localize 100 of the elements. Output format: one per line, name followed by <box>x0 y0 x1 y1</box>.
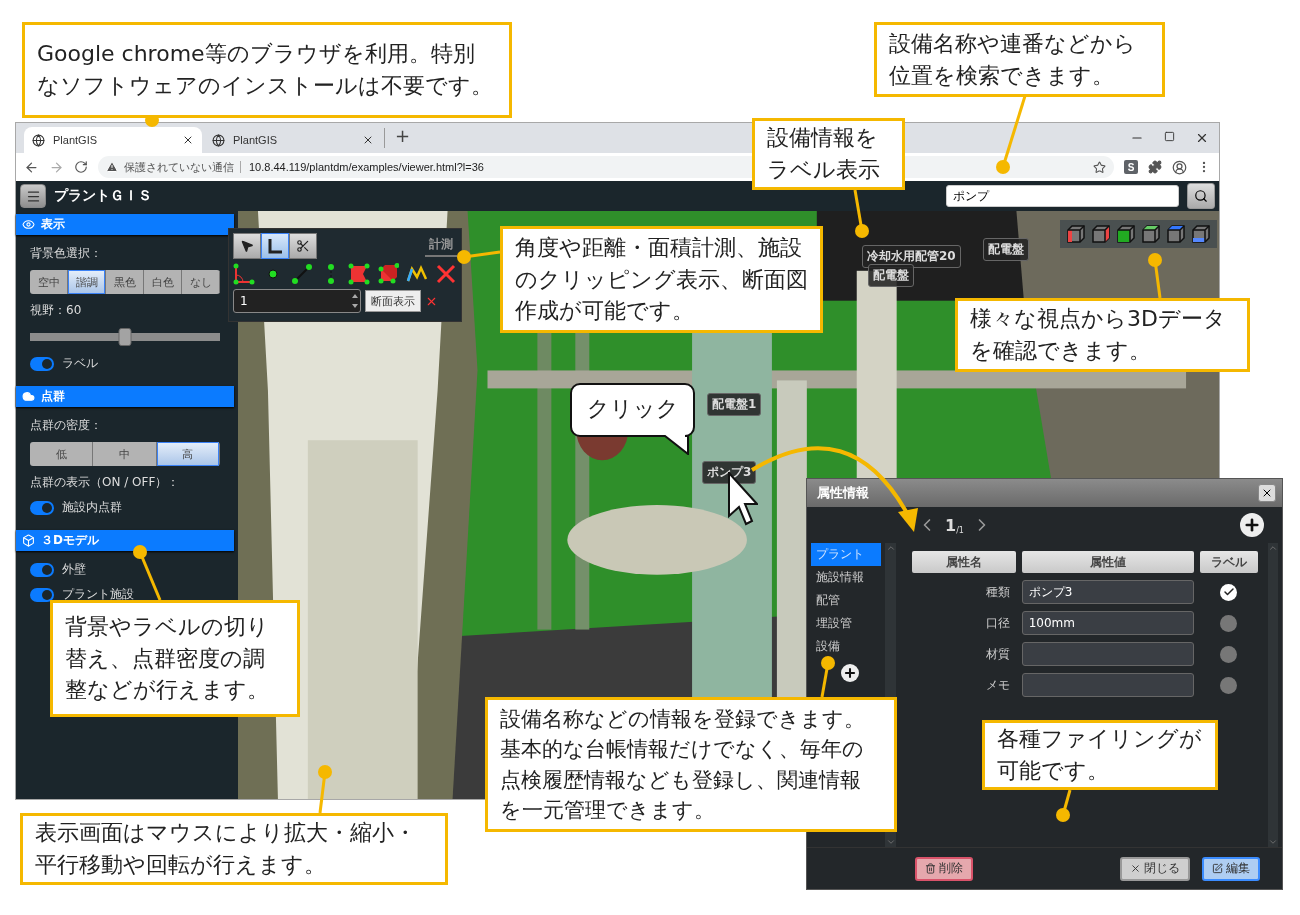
scene-label[interactable]: ポンプ3 <box>702 461 757 484</box>
page-number: 1 <box>945 515 957 535</box>
globe-icon <box>212 133 225 147</box>
menu-icon <box>25 188 41 204</box>
browser-tab[interactable]: PlantGIS <box>204 127 382 153</box>
leader-line <box>318 765 332 814</box>
plus-icon <box>1243 516 1261 534</box>
cube-view-icon[interactable] <box>1066 224 1086 244</box>
category-item[interactable]: 設備 <box>811 635 882 658</box>
section-view-button[interactable]: 断面表示 <box>365 290 421 312</box>
menu-button[interactable] <box>20 184 46 208</box>
label-toggle[interactable] <box>1220 583 1238 601</box>
label-toggle[interactable] <box>1220 645 1238 663</box>
puzzle-icon[interactable] <box>1148 160 1162 174</box>
page-total: /1 <box>956 526 964 535</box>
leader-line <box>853 189 869 238</box>
column-header: ラベル <box>1199 551 1258 573</box>
section-title: ３Dモデル <box>41 532 99 549</box>
value-field[interactable] <box>1021 642 1194 666</box>
reload-icon[interactable] <box>74 160 88 174</box>
attribute-name: 口径 <box>985 614 1010 632</box>
clear-icon[interactable] <box>434 263 457 285</box>
toggle-switch[interactable] <box>30 587 54 602</box>
value-field[interactable] <box>1021 673 1194 697</box>
search-button[interactable] <box>1187 183 1215 209</box>
cube-view-icon[interactable] <box>1166 224 1186 244</box>
scene-label[interactable]: 冷却水用配管20 <box>862 245 961 268</box>
scene-label[interactable]: 配電盤 <box>983 238 1029 261</box>
scissors-icon <box>296 239 310 253</box>
close-icon <box>1130 863 1141 874</box>
category-item[interactable]: 施設情報 <box>811 566 882 589</box>
toggle-label: 外壁 <box>62 561 86 578</box>
segment-option[interactable]: なし <box>182 270 220 294</box>
number-field[interactable]: 1 <box>233 289 361 313</box>
add-button[interactable] <box>1240 513 1264 537</box>
close-icon[interactable] <box>182 134 194 146</box>
tool-button[interactable] <box>233 233 261 259</box>
toggle-label: プラント施設 <box>62 586 134 603</box>
tool-button[interactable] <box>289 233 317 259</box>
edit-button[interactable]: 編集 <box>1202 856 1260 881</box>
toggle-label: 施設内点群 <box>62 499 122 516</box>
new-tab-button[interactable]: + <box>384 128 421 148</box>
volume-icon[interactable] <box>377 263 400 285</box>
control-label: 点群の表示（ON / OFF）： <box>30 474 181 491</box>
close-icon[interactable] <box>1195 131 1209 145</box>
callout-box: 各種ファイリングが可能です。 <box>982 720 1218 790</box>
security-warning: 保護されていない通信 <box>124 159 234 175</box>
tab-title: PlantGIS <box>233 134 279 146</box>
browser-tab[interactable]: PlantGIS <box>24 127 202 153</box>
delete-button[interactable]: 削除 <box>915 856 973 881</box>
close-button[interactable]: 閉じる <box>1120 856 1190 881</box>
segment-option[interactable]: 空中 <box>30 270 68 294</box>
toggle-switch[interactable] <box>30 356 54 371</box>
back-icon[interactable] <box>24 159 39 175</box>
segment-option[interactable]: 白色 <box>144 270 182 294</box>
value-field[interactable]: 100mm <box>1021 611 1194 635</box>
search-field[interactable]: ポンプ <box>946 185 1179 207</box>
callout-box: 表示画面はマウスにより拡大・縮小・平行移動や回転が行えます。 <box>20 813 448 885</box>
distance-icon[interactable] <box>290 263 313 285</box>
profile-icon[interactable] <box>1172 159 1187 175</box>
cube-icon <box>22 534 35 547</box>
extension-icon[interactable]: S <box>1124 160 1138 174</box>
category-item[interactable]: 埋設管 <box>811 612 882 635</box>
toggle-switch[interactable] <box>30 562 54 577</box>
maximize-icon[interactable] <box>1164 131 1175 142</box>
angle-icon[interactable] <box>233 263 255 285</box>
segment-option[interactable]: 低 <box>30 442 94 466</box>
value-field[interactable]: ポンプ3 <box>1021 580 1194 604</box>
section-header[interactable]: ３Dモデル <box>16 530 234 551</box>
area-icon[interactable] <box>348 263 371 285</box>
leader-line <box>1056 789 1072 822</box>
scene-label[interactable]: 配電盤1 <box>707 393 762 416</box>
segment-option[interactable]: 高 <box>156 442 220 466</box>
leader-line <box>133 545 162 601</box>
tool-button[interactable] <box>261 233 289 259</box>
segment-option[interactable]: 黒色 <box>106 270 144 294</box>
category-item[interactable]: 配管 <box>811 589 882 612</box>
star-icon[interactable] <box>1093 160 1106 174</box>
section-header[interactable]: 点群 <box>16 386 234 407</box>
trash-icon <box>925 863 936 874</box>
segment-option[interactable]: 中 <box>93 442 157 466</box>
leader-line <box>1148 253 1162 299</box>
scene-label[interactable]: 配電盤 <box>868 264 914 287</box>
bubble-text: クリック <box>587 395 679 423</box>
cube-view-icon[interactable] <box>1191 224 1211 244</box>
control-label: 背景色選択： <box>30 245 103 262</box>
toggle-switch[interactable] <box>30 500 54 515</box>
slider-thumb[interactable] <box>118 328 132 346</box>
cube-view-icon[interactable] <box>1116 224 1136 244</box>
label-toggle[interactable] <box>1220 676 1238 694</box>
attribute-name: メモ <box>985 676 1010 694</box>
close-button[interactable] <box>1258 484 1276 502</box>
label-toggle[interactable] <box>1220 614 1238 632</box>
segment-option[interactable]: 諧調 <box>68 270 106 294</box>
close-icon[interactable] <box>362 134 374 146</box>
control-label: 視野：60 <box>30 302 83 319</box>
cube-view-icon[interactable] <box>1091 224 1111 244</box>
add-button[interactable] <box>841 664 859 682</box>
section-header[interactable]: 表示 <box>16 214 234 235</box>
cube-view-icon[interactable] <box>1141 224 1161 244</box>
